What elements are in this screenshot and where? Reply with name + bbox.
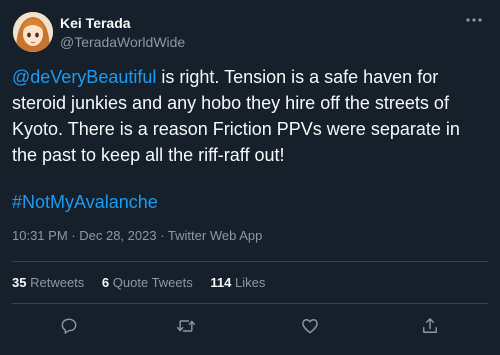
retweets-stat[interactable]: 35 Retweets bbox=[12, 275, 84, 290]
tweet-line-text: is right. Tension is a safe haven for bbox=[156, 67, 439, 87]
quote-tweets-stat[interactable]: 6 Quote Tweets bbox=[102, 275, 193, 290]
tweet-stats: 35 Retweets 6 Quote Tweets 114 Likes bbox=[12, 275, 279, 290]
avatar-image bbox=[13, 12, 53, 52]
tweet-card: Kei Terada @TeradaWorldWide @deVeryBeaut… bbox=[0, 0, 500, 355]
reply-button[interactable] bbox=[58, 315, 80, 337]
more-icon bbox=[466, 18, 482, 22]
quote-tweets-label: Quote Tweets bbox=[112, 275, 193, 290]
tweet-date[interactable]: Dec 28, 2023 bbox=[79, 228, 156, 243]
share-button[interactable] bbox=[419, 315, 441, 337]
tweet-line: Kyoto. There is a reason Friction PPVs w… bbox=[12, 119, 460, 139]
tweet-text: @deVeryBeautiful is right. Tension is a … bbox=[12, 64, 494, 168]
author-name[interactable]: Kei Terada bbox=[60, 15, 131, 31]
like-icon bbox=[302, 319, 318, 334]
quote-tweets-count: 6 bbox=[101, 275, 110, 290]
meta-separator: · bbox=[160, 228, 168, 243]
author-handle[interactable]: @TeradaWorldWide bbox=[60, 34, 185, 50]
tweet-line: the past to keep all the riff-raff out! bbox=[12, 145, 285, 165]
reply-icon bbox=[61, 318, 77, 334]
hashtag-link[interactable]: #NotMyAvalanche bbox=[12, 189, 158, 215]
divider bbox=[12, 303, 488, 304]
tweet-line: steroid junkies and any hobo they hire o… bbox=[12, 93, 449, 113]
mention-link[interactable]: @deVeryBeautiful bbox=[12, 67, 156, 87]
retweet-button[interactable] bbox=[175, 315, 197, 337]
divider bbox=[12, 261, 488, 262]
tweet-source[interactable]: Twitter Web App bbox=[168, 228, 262, 243]
likes-count: 114 bbox=[210, 275, 232, 290]
tweet-meta: 10:31 PM · Dec 28, 2023 · Twitter Web Ap… bbox=[12, 228, 262, 243]
likes-label: Likes bbox=[235, 275, 266, 290]
like-button[interactable] bbox=[299, 315, 321, 337]
tweet-time[interactable]: 10:31 PM bbox=[12, 228, 68, 243]
more-button[interactable] bbox=[462, 10, 486, 30]
retweets-count: 35 bbox=[12, 275, 27, 290]
share-icon bbox=[423, 318, 437, 333]
likes-stat[interactable]: 114 Likes bbox=[210, 275, 265, 290]
retweets-label: Retweets bbox=[30, 275, 85, 290]
avatar[interactable] bbox=[13, 12, 53, 52]
tweet-line: @deVeryBeautiful is right. Tension is a … bbox=[12, 64, 494, 90]
retweet-icon bbox=[176, 320, 196, 332]
